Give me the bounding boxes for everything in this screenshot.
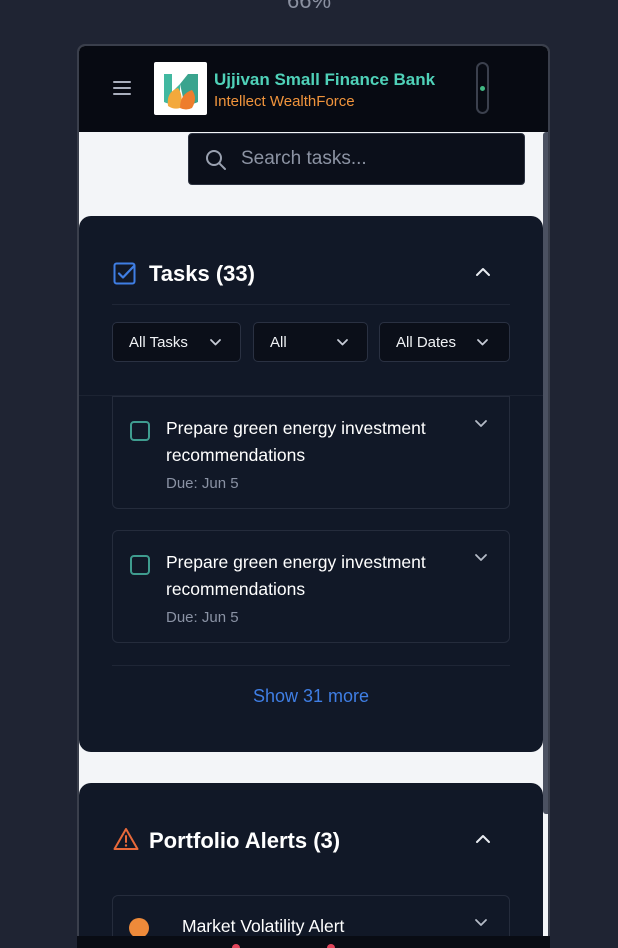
notification-dot [327,944,335,948]
notification-dot [232,944,240,948]
chevron-down-icon[interactable] [473,417,489,429]
chevron-down-icon [210,339,221,346]
task-title: Prepare green energy investment recommen… [166,552,426,599]
tasks-header-divider [112,304,510,305]
tasks-title: Tasks (33) [149,261,255,286]
filter-status[interactable]: All [253,322,368,362]
chevron-down-icon [337,339,348,346]
task-due-date: Due: Jun 5 [166,475,239,492]
task-checkbox[interactable] [130,421,150,441]
task-item[interactable]: Prepare green energy investment recommen… [112,396,510,509]
chevron-down-icon [477,339,488,346]
chevron-up-icon[interactable] [475,833,491,845]
show-more-button[interactable]: Show 31 more [79,686,543,707]
task-title: Prepare green energy investment recommen… [166,418,426,465]
status-dot [480,86,485,91]
bank-name: Ujjivan Small Finance Bank [214,70,436,89]
portfolio-alerts-card: Portfolio Alerts (3) Market Volatility A… [79,783,543,948]
filter-label: All [270,334,287,351]
portfolio-alerts-title: Portfolio Alerts (3) [149,828,341,853]
search-input[interactable] [241,146,511,172]
checkbox-checked-icon [113,262,136,285]
bottom-nav-bar [77,936,550,948]
alert-severity-dot [129,918,149,938]
chevron-down-icon[interactable] [473,916,489,928]
zoom-level: 66% [286,0,332,13]
task-item[interactable]: Prepare green energy investment recommen… [112,530,510,643]
product-name: Intellect WealthForce [214,93,355,110]
app-frame: Ujjivan Small Finance Bank Intellect Wea… [77,44,550,948]
filter-label: All Tasks [129,334,188,351]
tasks-card: Tasks (33) All Tasks All All Dates Prepa… [79,216,543,752]
search-box[interactable] [188,133,525,185]
search-icon [206,150,226,170]
filter-task-type[interactable]: All Tasks [112,322,241,362]
chevron-up-icon[interactable] [475,266,491,278]
ujjivan-logo-icon [154,62,207,115]
status-toggle[interactable] [476,62,489,114]
task-checkbox[interactable] [130,555,150,575]
alert-title: Market Volatility Alert [182,916,345,936]
app-header: Ujjivan Small Finance Bank Intellect Wea… [79,46,548,132]
hamburger-icon[interactable] [113,80,131,96]
show-more-divider [112,665,510,666]
filter-dates[interactable]: All Dates [379,322,510,362]
filter-label: All Dates [396,334,457,351]
warning-icon [113,828,139,850]
chevron-down-icon[interactable] [473,551,489,563]
task-due-date: Due: Jun 5 [166,609,239,626]
page-scrollbar[interactable] [543,132,548,814]
